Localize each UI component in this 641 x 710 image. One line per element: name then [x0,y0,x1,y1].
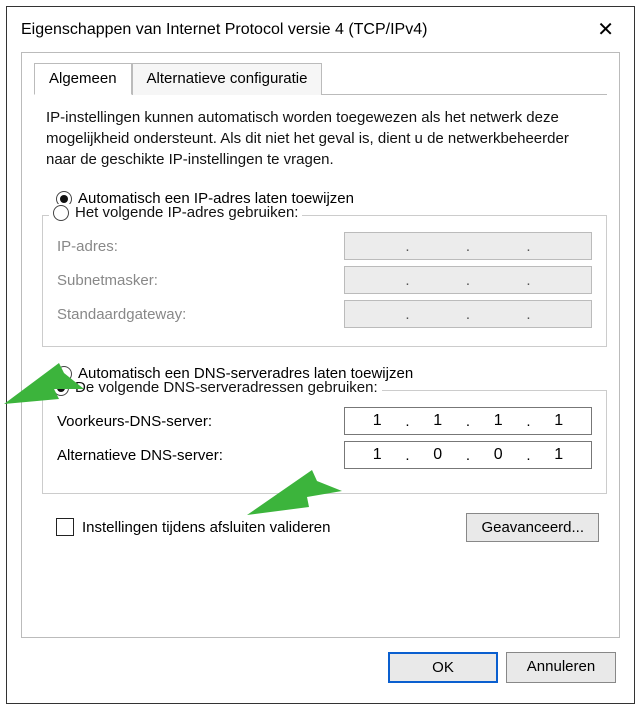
titlebar: Eigenschappen van Internet Protocol vers… [7,7,634,52]
tab-bar: Algemeen Alternatieve configuratie [34,63,607,95]
ip-address-label: IP-adres: [57,238,344,255]
tab-alternate[interactable]: Alternatieve configuratie [132,63,323,95]
dns-manual-group: De volgende DNS-serveradressen gebruiken… [42,390,607,494]
advanced-button[interactable]: Geavanceerd... [466,513,599,542]
tab-general[interactable]: Algemeen [34,63,132,95]
ip-address-field: . . . [344,232,592,260]
radio-icon [53,205,69,221]
ok-button[interactable]: OK [388,652,498,683]
gateway-field: . . . [344,300,592,328]
preferred-dns-field[interactable]: 1. 1. 1. 1 [344,407,592,435]
dialog-footer: OK Annuleren [21,638,620,689]
preferred-dns-label: Voorkeurs-DNS-server: [57,413,344,430]
window-title: Eigenschappen van Internet Protocol vers… [21,21,591,39]
ip-manual-group: Het volgende IP-adres gebruiken: IP-adre… [42,215,607,347]
subnet-field: . . . [344,266,592,294]
description-text: IP-instellingen kunnen automatisch worde… [34,107,607,186]
ip-manual-option[interactable]: Het volgende IP-adres gebruiken: [49,204,302,221]
alternate-dns-label: Alternatieve DNS-server: [57,447,344,464]
ipv4-properties-dialog: Eigenschappen van Internet Protocol vers… [6,6,635,704]
dns-manual-label: De volgende DNS-serveradressen gebruiken… [75,379,378,396]
radio-icon [53,380,69,396]
ip-manual-label: Het volgende IP-adres gebruiken: [75,204,298,221]
dns-manual-option[interactable]: De volgende DNS-serveradressen gebruiken… [49,379,382,396]
gateway-label: Standaardgateway: [57,306,344,323]
subnet-label: Subnetmasker: [57,272,344,289]
cancel-button[interactable]: Annuleren [506,652,616,683]
close-icon[interactable]: ✕ [591,17,620,42]
alternate-dns-field[interactable]: 1. 0. 0. 1 [344,441,592,469]
